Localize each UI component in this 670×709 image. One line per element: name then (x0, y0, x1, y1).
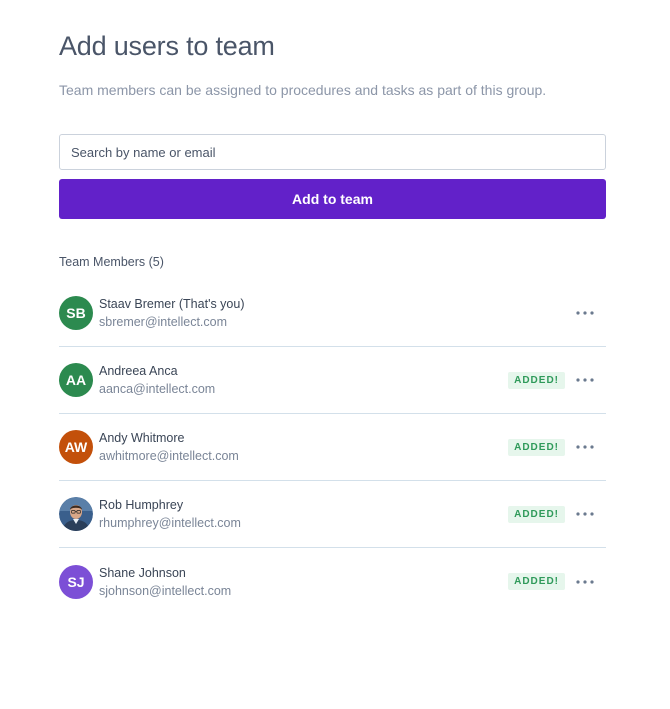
avatar (59, 497, 93, 531)
member-email: awhitmore@intellect.com (99, 449, 239, 463)
add-to-team-button[interactable]: Add to team (59, 179, 606, 219)
member-row: SB Staav Bremer (That's you) sbremer@int… (59, 280, 606, 347)
member-info: Staav Bremer (That's you) sbremer@intell… (99, 296, 245, 330)
added-badge: ADDED! (508, 438, 565, 456)
page-title: Add users to team (59, 31, 275, 61)
member-row: SJ Shane Johnson sjohnson@intellect.com … (59, 548, 606, 615)
member-row: Rob Humphrey rhumphrey@intellect.com ADD… (59, 481, 606, 548)
member-actions: ADDED! (508, 504, 606, 524)
avatar: SJ (59, 564, 93, 599)
member-info: Andreea Anca aanca@intellect.com (99, 363, 215, 397)
avatar: SB (59, 296, 93, 330)
member-row: AA Andreea Anca aanca@intellect.com ADDE… (59, 347, 606, 414)
added-badge: ADDED! (508, 573, 565, 590)
more-options-button[interactable] (573, 504, 597, 524)
more-horizontal-icon (576, 579, 594, 584)
member-name: Andreea Anca (99, 364, 178, 378)
avatar-initials: AA (65, 372, 87, 388)
member-email: sjohnson@intellect.com (99, 583, 232, 598)
member-name: Staav Bremer (That's you) (99, 297, 245, 311)
avatar: AW (59, 430, 93, 464)
search-input[interactable] (59, 134, 606, 170)
member-name: Andy Whitmore (99, 431, 185, 445)
user-photo-icon (59, 497, 93, 531)
member-name: Shane Johnson (99, 565, 186, 580)
team-members-heading: Team Members (5) (59, 255, 164, 269)
member-email: rhumphrey@intellect.com (99, 516, 241, 530)
member-info: Rob Humphrey rhumphrey@intellect.com (99, 497, 241, 531)
avatar: AA (59, 363, 93, 397)
more-options-button[interactable] (573, 370, 597, 390)
avatar-initials: AW (64, 439, 88, 455)
more-options-button[interactable] (573, 437, 597, 457)
more-options-button[interactable] (573, 572, 597, 592)
member-actions (565, 303, 606, 323)
page-subtitle: Team members can be assigned to procedur… (59, 82, 547, 98)
member-info: Shane Johnson sjohnson@intellect.com (99, 565, 231, 599)
member-row: AW Andy Whitmore awhitmore@intellect.com… (59, 414, 606, 481)
more-horizontal-icon (576, 512, 594, 516)
added-badge: ADDED! (508, 505, 565, 523)
more-horizontal-icon (576, 311, 594, 315)
avatar-initials: SB (66, 305, 86, 321)
member-name: Rob Humphrey (99, 498, 184, 512)
member-actions: ADDED! (508, 572, 606, 592)
more-horizontal-icon (576, 378, 594, 382)
member-info: Andy Whitmore awhitmore@intellect.com (99, 430, 239, 464)
member-actions: ADDED! (508, 370, 606, 390)
member-list: SB Staav Bremer (That's you) sbremer@int… (59, 280, 606, 615)
member-email: sbremer@intellect.com (99, 315, 228, 329)
more-horizontal-icon (576, 445, 594, 449)
avatar-initials: SJ (67, 573, 85, 590)
member-email: aanca@intellect.com (99, 382, 216, 396)
more-options-button[interactable] (573, 303, 597, 323)
member-actions: ADDED! (508, 437, 606, 457)
add-users-dialog: Add users to team Team members can be as… (0, 0, 670, 709)
added-badge: ADDED! (508, 371, 565, 389)
